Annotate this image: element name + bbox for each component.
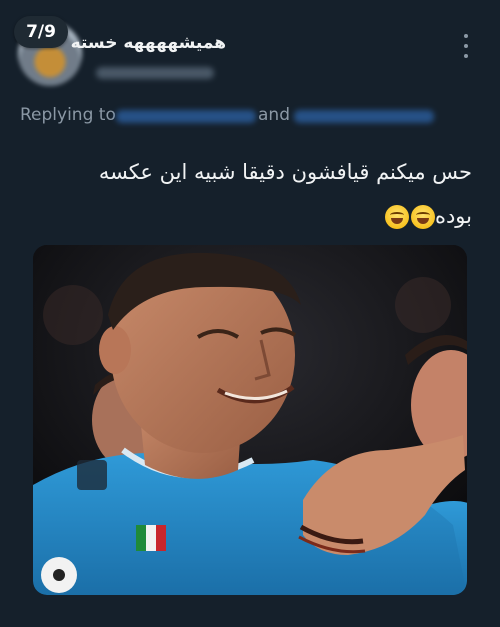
tweet-text-word: بوده [434, 204, 472, 228]
more-vertical-icon[interactable] [456, 34, 476, 58]
tweet-header: 7/9 همیشههههه خسته [0, 0, 500, 100]
laughing-emoji-icon [384, 205, 409, 229]
replying-to-label: Replying to [20, 105, 116, 125]
laughing-emoji-icon [410, 205, 435, 229]
and-label: and [258, 105, 290, 125]
display-name[interactable]: همیشههههه خسته [71, 33, 226, 53]
page-indicator: 7/9 [14, 16, 68, 48]
tweet-text: حس میکنم قیافشون دقیقا شبیه این عکسه بود… [32, 150, 472, 238]
tweet-text-line-2: بوده [32, 194, 472, 238]
blurred-handle [96, 67, 214, 79]
tweet-media-photo[interactable] [33, 245, 467, 595]
blurred-mention-2[interactable] [294, 110, 434, 123]
replying-to-line: Replying to and [20, 103, 480, 127]
tweet-text-line-1: حس میکنم قیافشون دقیقا شبیه این عکسه [98, 160, 472, 184]
photo-illustration [33, 245, 467, 595]
blurred-mention-1[interactable] [116, 110, 256, 123]
